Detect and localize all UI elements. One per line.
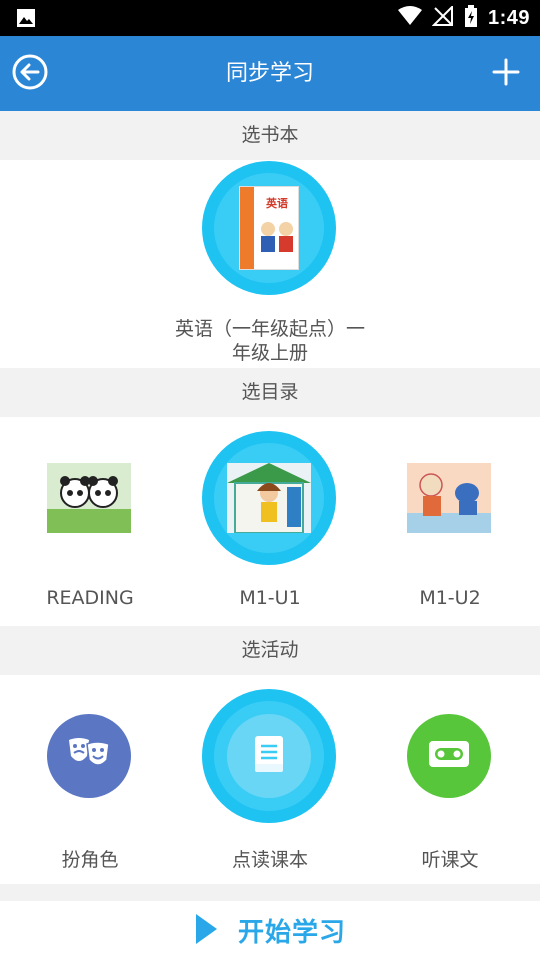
no-signal-icon xyxy=(431,4,454,30)
add-button[interactable] xyxy=(484,52,528,96)
book-cover-image: 英语 xyxy=(239,186,299,270)
activity-item-role-play[interactable]: 扮角色 xyxy=(0,675,180,884)
activity-item-listen[interactable]: 听课文 xyxy=(360,675,540,884)
catalog-panel: READING M1-U1 M1-U2 xyxy=(0,417,540,626)
read-book-circle xyxy=(227,714,311,798)
start-learning-button[interactable]: 开始学习 xyxy=(0,901,540,960)
listen-circle xyxy=(407,714,491,798)
play-icon xyxy=(194,913,218,949)
plus-icon xyxy=(492,58,520,90)
wifi-icon xyxy=(397,6,422,30)
catalog-item-reading[interactable]: READING xyxy=(0,417,180,626)
status-bar: 1:49 xyxy=(0,0,540,36)
cassette-icon xyxy=(428,740,470,772)
selected-book-button[interactable]: 英语 xyxy=(202,161,336,295)
status-time: 1:49 xyxy=(487,6,530,29)
catalog-label-reading: READING xyxy=(46,587,134,609)
activity-label-listen: 听课文 xyxy=(421,849,479,871)
page-title: 同步学习 xyxy=(225,61,314,86)
activity-item-read-book[interactable]: 点读课本 xyxy=(180,675,360,884)
bottom-bar: 开始学习 xyxy=(0,901,540,960)
role-play-circle xyxy=(47,714,131,798)
catalog-item-m1-u2[interactable]: M1-U2 xyxy=(360,417,540,626)
section-header-book: 选书本 xyxy=(0,111,540,160)
book-panel: 英语 英语（一年级起点）一年级上册 xyxy=(0,160,540,368)
m1-u1-thumbnail xyxy=(227,463,311,533)
app-bar: 同步学习 xyxy=(0,36,540,111)
catalog-label-m1-u2: M1-U2 xyxy=(419,587,481,609)
gallery-notification-icon xyxy=(16,8,36,28)
book-icon xyxy=(254,735,284,777)
book-cover-title: 英语 xyxy=(266,197,288,210)
drama-masks-icon xyxy=(67,736,111,776)
start-learning-label: 开始学习 xyxy=(237,918,346,948)
activity-label-role-play: 扮角色 xyxy=(61,849,119,871)
m1-u2-thumbnail xyxy=(407,463,491,533)
section-header-catalog: 选目录 xyxy=(0,368,540,417)
selected-book-label: 英语（一年级起点）一年级上册 xyxy=(174,318,365,364)
battery-icon xyxy=(464,5,478,31)
catalog-label-m1-u1: M1-U1 xyxy=(239,587,301,609)
reading-thumbnail xyxy=(47,463,131,533)
activity-label-read-book: 点读课本 xyxy=(231,849,308,871)
catalog-item-m1-u1[interactable]: M1-U1 xyxy=(180,417,360,626)
activity-panel: 扮角色 点读课本 听课文 xyxy=(0,675,540,884)
selected-catalog-ring xyxy=(202,431,336,565)
section-header-activity: 选活动 xyxy=(0,626,540,675)
selected-activity-ring xyxy=(202,689,336,823)
